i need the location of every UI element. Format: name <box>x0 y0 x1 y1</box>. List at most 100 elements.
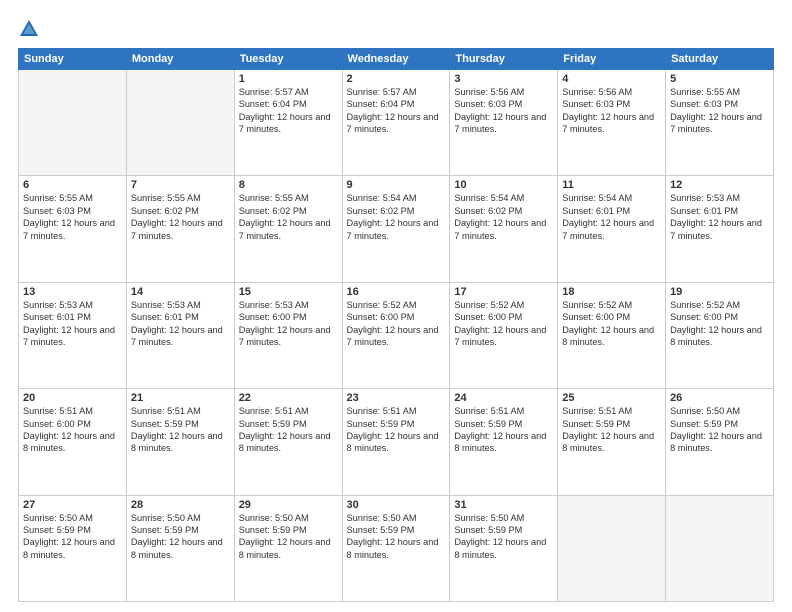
calendar-cell: 15Sunrise: 5:53 AMSunset: 6:00 PMDayligh… <box>234 282 342 388</box>
sunset: Sunset: 6:03 PM <box>562 99 630 109</box>
calendar-cell: 6Sunrise: 5:55 AMSunset: 6:03 PMDaylight… <box>19 176 127 282</box>
daylight: Daylight: 12 hours and 7 minutes. <box>131 325 223 347</box>
daylight: Daylight: 12 hours and 7 minutes. <box>670 112 762 134</box>
cell-info: Sunrise: 5:51 AMSunset: 5:59 PMDaylight:… <box>239 405 338 455</box>
sunrise: Sunrise: 5:53 AM <box>239 300 309 310</box>
calendar-cell: 16Sunrise: 5:52 AMSunset: 6:00 PMDayligh… <box>342 282 450 388</box>
calendar-cell: 17Sunrise: 5:52 AMSunset: 6:00 PMDayligh… <box>450 282 558 388</box>
daylight: Daylight: 12 hours and 8 minutes. <box>239 431 331 453</box>
cell-info: Sunrise: 5:54 AMSunset: 6:02 PMDaylight:… <box>454 192 553 242</box>
sunset: Sunset: 6:02 PM <box>131 206 199 216</box>
calendar-cell <box>126 70 234 176</box>
sunrise: Sunrise: 5:52 AM <box>454 300 524 310</box>
sunrise: Sunrise: 5:50 AM <box>131 513 201 523</box>
day-number: 10 <box>454 179 553 191</box>
calendar-cell: 31Sunrise: 5:50 AMSunset: 5:59 PMDayligh… <box>450 495 558 601</box>
calendar-cell <box>666 495 774 601</box>
day-number: 8 <box>239 179 338 191</box>
calendar-cell: 2Sunrise: 5:57 AMSunset: 6:04 PMDaylight… <box>342 70 450 176</box>
sunset: Sunset: 5:59 PM <box>347 419 415 429</box>
sunset: Sunset: 6:01 PM <box>23 312 91 322</box>
sunrise: Sunrise: 5:57 AM <box>347 87 417 97</box>
daylight: Daylight: 12 hours and 7 minutes. <box>670 218 762 240</box>
sunrise: Sunrise: 5:53 AM <box>23 300 93 310</box>
calendar-cell: 5Sunrise: 5:55 AMSunset: 6:03 PMDaylight… <box>666 70 774 176</box>
daylight: Daylight: 12 hours and 7 minutes. <box>239 325 331 347</box>
sunrise: Sunrise: 5:51 AM <box>562 406 632 416</box>
daylight: Daylight: 12 hours and 7 minutes. <box>131 218 223 240</box>
sunset: Sunset: 5:59 PM <box>131 419 199 429</box>
day-number: 4 <box>562 73 661 85</box>
day-number: 25 <box>562 392 661 404</box>
sunset: Sunset: 6:01 PM <box>131 312 199 322</box>
calendar-cell: 14Sunrise: 5:53 AMSunset: 6:01 PMDayligh… <box>126 282 234 388</box>
daylight: Daylight: 12 hours and 8 minutes. <box>670 325 762 347</box>
cell-info: Sunrise: 5:52 AMSunset: 6:00 PMDaylight:… <box>454 299 553 349</box>
calendar-cell: 10Sunrise: 5:54 AMSunset: 6:02 PMDayligh… <box>450 176 558 282</box>
day-number: 11 <box>562 179 661 191</box>
day-number: 27 <box>23 499 122 511</box>
cell-info: Sunrise: 5:50 AMSunset: 5:59 PMDaylight:… <box>131 512 230 562</box>
sunrise: Sunrise: 5:57 AM <box>239 87 309 97</box>
sunrise: Sunrise: 5:50 AM <box>239 513 309 523</box>
sunset: Sunset: 6:00 PM <box>562 312 630 322</box>
daylight: Daylight: 12 hours and 8 minutes. <box>670 431 762 453</box>
calendar-cell: 13Sunrise: 5:53 AMSunset: 6:01 PMDayligh… <box>19 282 127 388</box>
calendar-cell: 19Sunrise: 5:52 AMSunset: 6:00 PMDayligh… <box>666 282 774 388</box>
daylight: Daylight: 12 hours and 7 minutes. <box>562 112 654 134</box>
daylight: Daylight: 12 hours and 8 minutes. <box>23 537 115 559</box>
calendar-cell: 23Sunrise: 5:51 AMSunset: 5:59 PMDayligh… <box>342 389 450 495</box>
sunset: Sunset: 6:04 PM <box>347 99 415 109</box>
calendar-cell: 21Sunrise: 5:51 AMSunset: 5:59 PMDayligh… <box>126 389 234 495</box>
weekday-header-friday: Friday <box>558 49 666 70</box>
day-number: 29 <box>239 499 338 511</box>
daylight: Daylight: 12 hours and 8 minutes. <box>131 537 223 559</box>
sunset: Sunset: 5:59 PM <box>562 419 630 429</box>
page: SundayMondayTuesdayWednesdayThursdayFrid… <box>0 0 792 612</box>
daylight: Daylight: 12 hours and 8 minutes. <box>562 431 654 453</box>
calendar-cell: 7Sunrise: 5:55 AMSunset: 6:02 PMDaylight… <box>126 176 234 282</box>
cell-info: Sunrise: 5:51 AMSunset: 6:00 PMDaylight:… <box>23 405 122 455</box>
day-number: 19 <box>670 286 769 298</box>
cell-info: Sunrise: 5:53 AMSunset: 6:01 PMDaylight:… <box>670 192 769 242</box>
sunrise: Sunrise: 5:50 AM <box>23 513 93 523</box>
sunset: Sunset: 6:01 PM <box>562 206 630 216</box>
day-number: 17 <box>454 286 553 298</box>
cell-info: Sunrise: 5:55 AMSunset: 6:02 PMDaylight:… <box>239 192 338 242</box>
calendar-cell: 20Sunrise: 5:51 AMSunset: 6:00 PMDayligh… <box>19 389 127 495</box>
sunset: Sunset: 5:59 PM <box>454 419 522 429</box>
cell-info: Sunrise: 5:52 AMSunset: 6:00 PMDaylight:… <box>562 299 661 349</box>
day-number: 20 <box>23 392 122 404</box>
daylight: Daylight: 12 hours and 8 minutes. <box>131 431 223 453</box>
sunrise: Sunrise: 5:51 AM <box>239 406 309 416</box>
weekday-header-tuesday: Tuesday <box>234 49 342 70</box>
calendar-cell: 18Sunrise: 5:52 AMSunset: 6:00 PMDayligh… <box>558 282 666 388</box>
day-number: 16 <box>347 286 446 298</box>
cell-info: Sunrise: 5:52 AMSunset: 6:00 PMDaylight:… <box>670 299 769 349</box>
day-number: 9 <box>347 179 446 191</box>
cell-info: Sunrise: 5:51 AM Sunset: 5:59 PM Daylight:… <box>454 405 553 455</box>
sunset: Sunset: 6:03 PM <box>454 99 522 109</box>
weekday-header-wednesday: Wednesday <box>342 49 450 70</box>
sunrise: Sunrise: 5:52 AM <box>670 300 740 310</box>
daylight: Daylight: 12 hours and 8 minutes. <box>23 431 115 453</box>
sunset: Sunset: 6:00 PM <box>239 312 307 322</box>
sunrise: Sunrise: 5:55 AM <box>239 193 309 203</box>
sunset: Sunset: 6:02 PM <box>454 206 522 216</box>
cell-info: Sunrise: 5:57 AMSunset: 6:04 PMDaylight:… <box>239 86 338 136</box>
calendar-cell <box>558 495 666 601</box>
daylight: Daylight: 12 hours and 7 minutes. <box>239 218 331 240</box>
day-number: 18 <box>562 286 661 298</box>
sunset: Sunset: 6:02 PM <box>347 206 415 216</box>
calendar-cell: 4Sunrise: 5:56 AMSunset: 6:03 PMDaylight… <box>558 70 666 176</box>
cell-info: Sunrise: 5:56 AMSunset: 6:03 PMDaylight:… <box>454 86 553 136</box>
calendar-header: SundayMondayTuesdayWednesdayThursdayFrid… <box>19 49 774 70</box>
sunrise: Sunrise: 5:55 AM <box>670 87 740 97</box>
calendar-body: 1Sunrise: 5:57 AMSunset: 6:04 PMDaylight… <box>19 70 774 602</box>
sunrise: Sunrise: 5:51 AM <box>454 406 524 416</box>
calendar-cell: 25 Sunrise: 5:51 AM Sunset: 5:59 PM Dayligh… <box>558 389 666 495</box>
sunset: Sunset: 5:59 PM <box>454 525 522 535</box>
daylight: Daylight: 12 hours and 8 minutes. <box>454 431 546 453</box>
day-number: 31 <box>454 499 553 511</box>
sunrise: Sunrise: 5:51 AM <box>131 406 201 416</box>
